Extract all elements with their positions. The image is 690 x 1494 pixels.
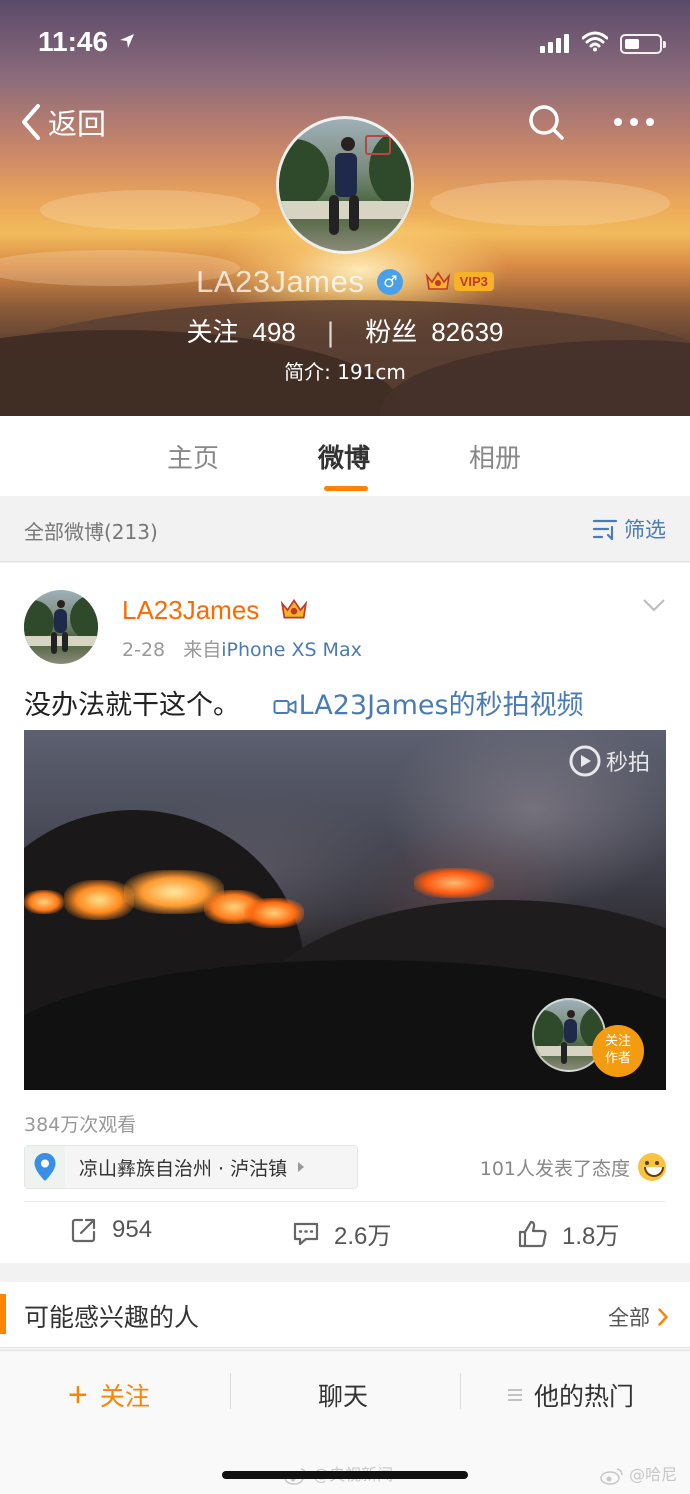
following-stat[interactable]: 关注 498 (186, 312, 295, 349)
filter-button[interactable]: 筛选 (592, 514, 666, 544)
post-from-prefix: 来自 (183, 639, 222, 661)
attitude-summary[interactable]: 101人发表了态度 (480, 1153, 666, 1181)
attitude-text: 101人发表了态度 (479, 1157, 630, 1180)
repost-icon (71, 1218, 96, 1243)
tab-home[interactable]: 主页 (167, 438, 219, 475)
laugh-emoji-icon (638, 1153, 666, 1181)
status-bar: 11:46 (0, 22, 690, 66)
video-link[interactable]: LA23James的秒拍视频 (273, 690, 584, 721)
stats-separator: | (326, 318, 335, 348)
crown-icon (425, 271, 450, 290)
back-button[interactable]: 返回 (18, 100, 106, 144)
follow-label: 关注 (99, 1382, 150, 1411)
his-hot-label: 他的热门 (534, 1382, 635, 1411)
profile-tabs: 主页 微博 相册 (0, 416, 690, 496)
bottom-divider (460, 1373, 461, 1409)
crown-icon (280, 598, 308, 619)
post-date: 2-28 (122, 639, 166, 661)
post-text-row: 没办法就干这个。 LA23James的秒拍视频 (24, 683, 584, 722)
profile-avatar[interactable] (276, 116, 414, 254)
male-gender-icon: ♂ (377, 269, 404, 295)
signal-icon (540, 34, 572, 53)
more-icon[interactable] (612, 110, 656, 134)
filter-bar: 全部微博(213) 筛选 (0, 496, 690, 562)
view-count: 384万次观看 (24, 1114, 137, 1136)
video-camera-icon (273, 699, 297, 714)
miaopai-logo-icon (569, 745, 601, 777)
miaopai-brand: 秒拍 (568, 744, 650, 778)
follow-author-line2: 作者 (604, 1051, 631, 1066)
watermark-right-text: @哈尼 (629, 1465, 678, 1484)
following-count: 498 (252, 317, 296, 347)
post-actions: 954 2.6万 1.8万 (24, 1201, 666, 1263)
bottom-divider (230, 1373, 231, 1409)
post-username[interactable]: LA23James (122, 595, 259, 626)
post-meta: 2-28 来自iPhone XS Max (122, 635, 362, 662)
watermark-right: @哈尼 (600, 1461, 677, 1485)
home-indicator (222, 1471, 468, 1479)
follow-author-button[interactable]: 关注 作者 (592, 1025, 644, 1077)
active-tab-indicator (324, 486, 368, 491)
all-posts-count: 全部微博(213) (24, 520, 158, 544)
recommend-all-button[interactable]: 全部 (608, 1302, 668, 1332)
profile-bio: 简介: 191cm (284, 360, 406, 384)
wifi-icon (582, 31, 608, 52)
comment-icon (293, 1222, 319, 1245)
thumbs-up-icon (518, 1220, 547, 1247)
follow-button[interactable]: + 关注 (68, 1377, 150, 1413)
comment-count: 2.6万 (334, 1223, 392, 1250)
post-avatar[interactable] (24, 590, 98, 664)
like-count: 1.8万 (562, 1223, 620, 1250)
triangle-right-icon (298, 1162, 305, 1172)
location-arrow-icon (120, 34, 134, 48)
filter-label: 筛选 (624, 518, 666, 542)
search-icon[interactable] (526, 102, 566, 142)
battery-icon (620, 34, 666, 54)
list-lines-icon (508, 1389, 522, 1401)
follow-author-line1: 关注 (604, 1034, 631, 1049)
repost-button[interactable]: 954 (70, 1216, 152, 1244)
repost-count: 954 (112, 1216, 153, 1243)
chevron-left-icon (22, 104, 40, 140)
miaopai-label: 秒拍 (605, 751, 650, 776)
his-hot-button[interactable]: 他的热门 (508, 1377, 634, 1413)
vip-level-label: VIP3 (453, 271, 494, 291)
video-link-text: LA23James的秒拍视频 (298, 690, 584, 721)
location-chip[interactable]: 凉山彝族自治州 · 泸沽镇 (24, 1145, 358, 1189)
profile-username: LA23James (196, 264, 365, 299)
post-card[interactable]: LA23James 2-28 来自iPhone XS Max 没办法就干这个。 … (0, 563, 690, 1263)
like-button[interactable]: 1.8万 (518, 1216, 619, 1251)
bottom-action-bar: + 关注 聊天 他的热门 @央视新闻 @哈尼 (0, 1350, 690, 1494)
location-pin-box (25, 1146, 65, 1188)
weibo-logo-icon (600, 1467, 623, 1485)
recommend-all-label: 全部 (608, 1306, 650, 1330)
profile-name-row: LA23James ♂ VIP3 (0, 264, 690, 300)
chat-button[interactable]: 聊天 (318, 1377, 368, 1413)
post-text: 没办法就干这个。 (24, 690, 240, 721)
plus-icon: + (68, 1376, 88, 1414)
status-time: 11:46 (38, 26, 109, 57)
followers-count: 82639 (431, 317, 504, 347)
chevron-right-icon (658, 1308, 668, 1326)
followers-stat[interactable]: 粉丝 82639 (365, 312, 503, 349)
video-player[interactable]: 秒拍 关注 作者 (24, 730, 666, 1090)
filter-icon (592, 519, 618, 541)
post-source[interactable]: iPhone XS Max (221, 639, 362, 661)
tab-album[interactable]: 相册 (469, 438, 521, 475)
following-label: 关注 (186, 318, 239, 348)
chevron-down-icon[interactable] (642, 597, 666, 613)
location-pin-icon (34, 1153, 56, 1181)
tab-weibo[interactable]: 微博 (318, 438, 370, 475)
recommend-section: 可能感兴趣的人 全部 (0, 1282, 690, 1348)
comment-button[interactable]: 2.6万 (292, 1216, 391, 1251)
profile-stats: 关注 498 | 粉丝 82639 (0, 312, 690, 349)
back-label: 返回 (48, 107, 107, 141)
section-accent-bar (0, 1294, 6, 1334)
followers-label: 粉丝 (365, 318, 418, 348)
vip-badge[interactable]: VIP3 (425, 270, 494, 294)
recommend-title: 可能感兴趣的人 (24, 1303, 200, 1332)
location-text: 凉山彝族自治州 · 泸沽镇 (79, 1157, 288, 1180)
chat-label: 聊天 (318, 1382, 369, 1411)
